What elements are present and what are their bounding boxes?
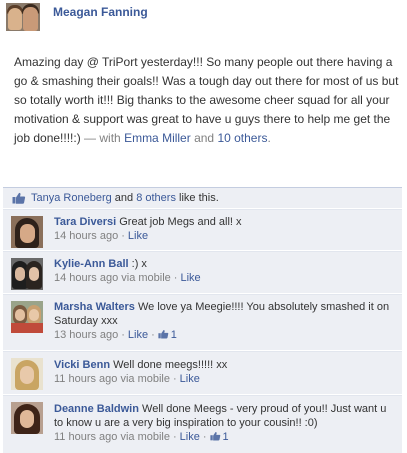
comment-like-count[interactable]: 1 [158,329,177,341]
thumbs-up-icon [158,329,169,339]
and-label: and [190,131,218,145]
comment-meta: 14 hours ago via mobile · Like [54,272,201,284]
commenter-avatar[interactable] [11,258,43,290]
comment-like-button[interactable]: Like [180,272,200,284]
author-avatar[interactable] [6,3,40,31]
comment-like-button[interactable]: Like [180,373,200,385]
like-count-value: 1 [222,431,229,443]
feedback-section: Tanya Roneberg and 8 others like this. T… [3,187,402,453]
post-message: Amazing day @ TriPort yesterday!!! So ma… [14,53,399,148]
like-count-value: 1 [170,329,177,341]
commenter-avatar[interactable] [11,358,43,390]
comment-like-count[interactable]: 1 [209,431,229,443]
commenter-avatar[interactable] [11,402,43,434]
thumbs-up-icon [12,192,26,204]
comment-item: Kylie-Ann Ball :) x 14 hours ago via mob… [3,251,402,293]
comment-timestamp[interactable]: 11 hours ago via mobile [54,373,170,385]
liker-name-link[interactable]: Tanya Roneberg [31,192,112,204]
comment-meta: 14 hours ago · Like [54,230,149,242]
tagged-others-link[interactable]: 10 others [217,131,267,145]
commenter-avatar[interactable] [11,216,43,248]
commenter-avatar[interactable] [11,301,43,333]
comment-item: Marsha Walters We love ya Meegie!!!! You… [3,294,402,350]
commenter-name-link[interactable]: Marsha Walters [54,301,135,313]
comment-item: Vicki Benn Well done meegs!!!!! xx 11 ho… [3,351,402,394]
comment-like-button[interactable]: Like [128,329,148,341]
likers-others-link[interactable]: 8 others [136,192,176,204]
comment-text: Well done meegs!!!!! xx [113,359,228,371]
likes-suffix: like this. [175,192,219,204]
likes-text: Tanya Roneberg and 8 others like this. [31,192,219,204]
comment-timestamp[interactable]: 14 hours ago [54,230,118,242]
commenter-name-link[interactable]: Vicki Benn [54,359,110,371]
end-punctuation: . [267,131,271,145]
comment-timestamp[interactable]: 13 hours ago [54,329,118,341]
comment-meta: 11 hours ago via mobile · Like [54,373,200,385]
comment-text: Great job Megs and all! x [119,216,242,228]
tagged-person-link[interactable]: Emma Miller [124,131,191,145]
thumbs-up-icon [209,431,220,441]
comment-item: Tara Diversi Great job Megs and all! x 1… [3,209,402,250]
commenter-name-link[interactable]: Deanne Baldwin [54,403,139,415]
commenter-name-link[interactable]: Kylie-Ann Ball [54,258,129,270]
commenter-name-link[interactable]: Tara Diversi [54,216,116,228]
comment-timestamp[interactable]: 14 hours ago via mobile [54,272,171,284]
comment-timestamp[interactable]: 11 hours ago via mobile [54,431,170,443]
comment-text: :) x [131,258,147,270]
comment-like-button[interactable]: Like [128,230,148,242]
likes-summary: Tanya Roneberg and 8 others like this. [3,187,402,208]
likes-and: and [111,192,137,204]
comment-item: Deanne Baldwin Well done Meegs - very pr… [3,395,402,453]
feed-story: Meagan Fanning Amazing day @ TriPort yes… [0,0,407,187]
comment-like-button[interactable]: Like [180,431,200,443]
with-label: — with [80,131,125,145]
comment-meta: 11 hours ago via mobile · Like · 1 [54,431,229,443]
author-name-link[interactable]: Meagan Fanning [53,5,148,19]
comment-meta: 13 hours ago · Like · 1 [54,329,177,341]
